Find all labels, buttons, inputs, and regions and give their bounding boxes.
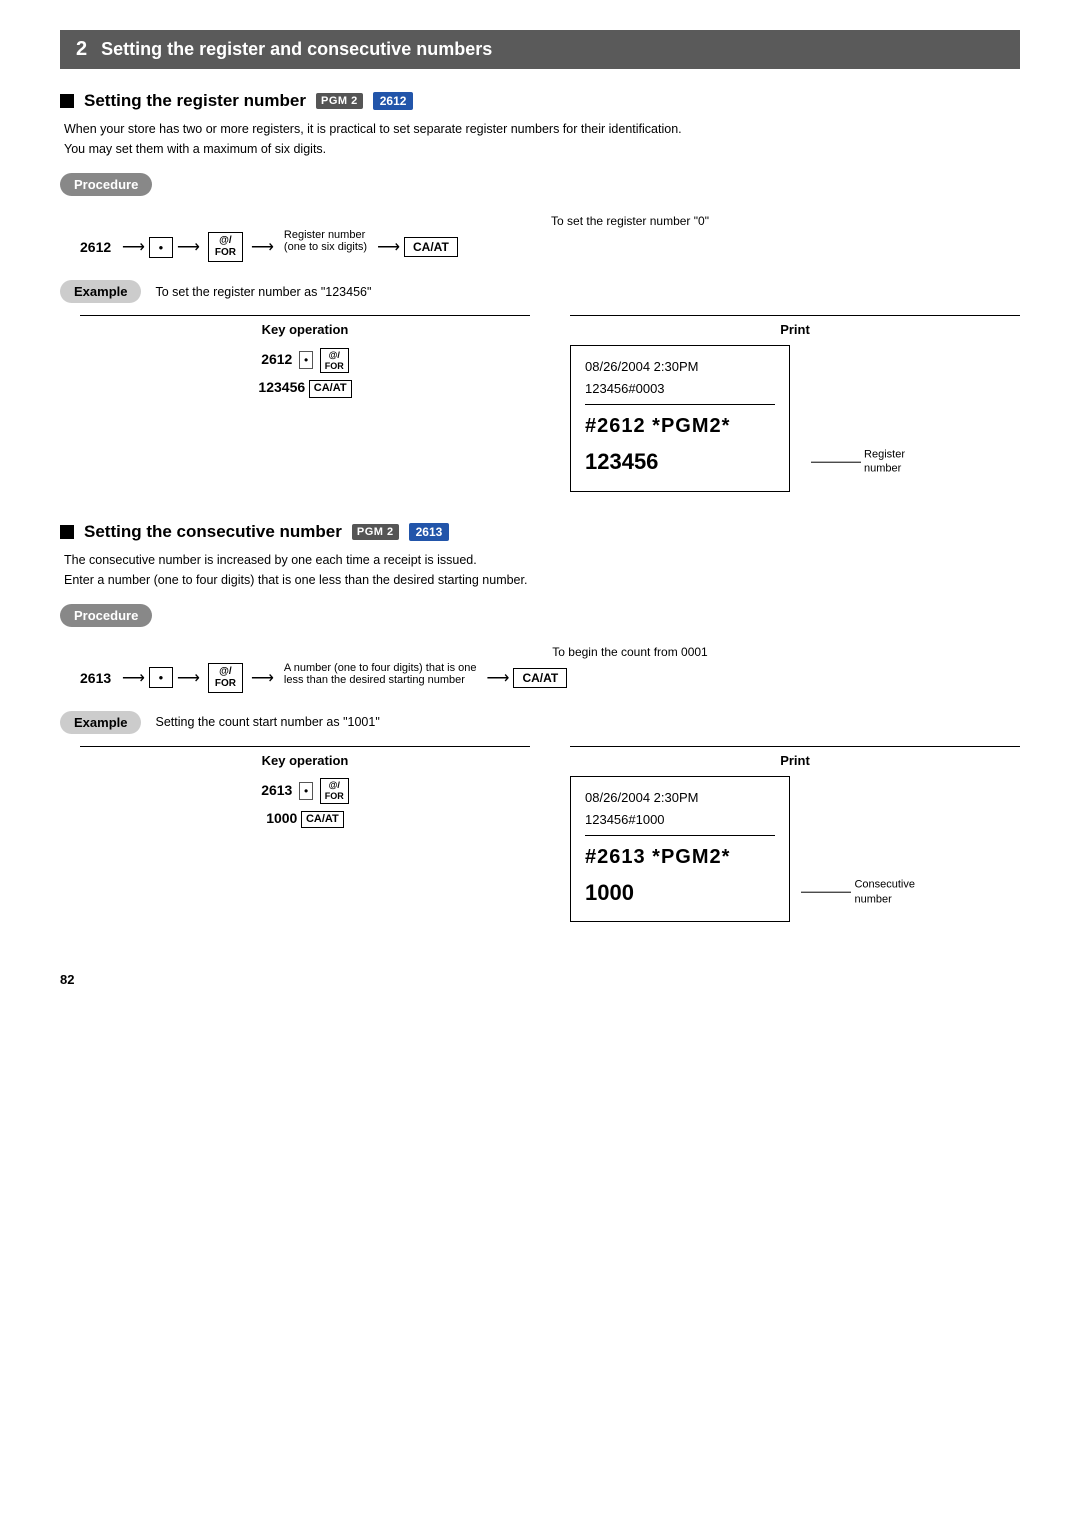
receipt-line4-2: 1000 xyxy=(585,880,634,905)
receipt-line3-2: #2613 *PGM2* xyxy=(585,840,775,874)
register-subsection-title: Setting the register number PGM 2 2612 xyxy=(60,91,1020,111)
page-number: 82 xyxy=(60,972,1020,987)
register-description: When your store has two or more register… xyxy=(64,119,1020,159)
example-label-1: Example xyxy=(60,280,141,303)
annot-line-2 xyxy=(801,892,851,893)
procedure-diagram-2: To begin the count from 0001 2613 ⟶ • ⟶ … xyxy=(80,645,1020,693)
section-header: 2 Setting the register and consecutive n… xyxy=(60,30,1020,69)
receipt-line1-1: 08/26/2004 2:30PM xyxy=(585,356,775,378)
receipt-line3-1: #2612 *PGM2* xyxy=(585,409,775,443)
print-header-2: Print xyxy=(570,746,1020,768)
caat-key-1: CA/AT xyxy=(404,237,458,257)
key-op-body-1: 2612 • @/FOR 123456 CA/AT xyxy=(80,345,530,401)
receipt-wrapper-1: 08/26/2004 2:30PM 123456#0003 #2612 *PGM… xyxy=(570,345,790,492)
procedure-flow-2: 2613 ⟶ • ⟶ @/FOR ⟶ A number (one to four… xyxy=(80,663,1020,693)
kop-caat-1: CA/AT xyxy=(309,380,352,397)
pgm-badge-2: PGM 2 xyxy=(352,524,399,540)
dot-key-1: • xyxy=(149,237,173,258)
receipt-line4-wrap-2: 1000 Consecutive number xyxy=(585,874,775,911)
example-label-2: Example xyxy=(60,711,141,734)
key-print-section-2: Key operation 2613 • @/FOR 1000 CA/AT Pr… xyxy=(80,746,1020,923)
consecutive-title-text: Setting the consecutive number xyxy=(84,522,342,542)
example-text-2: Setting the count start number as "1001" xyxy=(155,715,379,729)
print-header-1: Print xyxy=(570,315,1020,337)
kop-code-1: 2612 xyxy=(261,351,292,367)
receipt-box-1: 08/26/2004 2:30PM 123456#0003 #2612 *PGM… xyxy=(570,345,790,492)
kop-at-2: @/FOR xyxy=(320,778,349,804)
receipt-line2-2: 123456#1000 xyxy=(585,809,775,836)
dot-key-2: • xyxy=(149,667,173,688)
above-flow-label-2: To begin the count from 0001 xyxy=(240,645,1020,659)
procedure-diagram-1: To set the register number "0" 2612 ⟶ • … xyxy=(80,214,1020,262)
procedure-label-1: Procedure xyxy=(60,173,152,196)
key-op-body-2: 2613 • @/FOR 1000 CA/AT xyxy=(80,776,530,832)
arrow-6: ⟶ xyxy=(177,668,200,688)
consecutive-description: The consecutive number is increased by o… xyxy=(64,550,1020,590)
print-section-1: Print 08/26/2004 2:30PM 123456#0003 #261… xyxy=(570,315,1020,492)
key-operation-1: Key operation 2612 • @/FOR 123456 CA/AT xyxy=(80,315,530,401)
receipt-box-2: 08/26/2004 2:30PM 123456#1000 #2613 *PGM… xyxy=(570,776,790,923)
key-op-header-2: Key operation xyxy=(80,746,530,768)
kop-at-1: @/FOR xyxy=(320,348,349,374)
key-operation-2: Key operation 2613 • @/FOR 1000 CA/AT xyxy=(80,746,530,832)
key-print-section-1: Key operation 2612 • @/FOR 123456 CA/AT … xyxy=(80,315,1020,492)
arrow-5: ⟶ xyxy=(122,668,145,688)
consecutive-number-section: Setting the consecutive number PGM 2 261… xyxy=(60,522,1020,923)
kop-code-2: 2613 xyxy=(261,782,292,798)
flow-code-2: 2613 xyxy=(80,670,118,686)
print-section-2: Print 08/26/2004 2:30PM 123456#1000 #261… xyxy=(570,746,1020,923)
flow-code-1: 2612 xyxy=(80,239,118,255)
pgm-badge: PGM 2 xyxy=(316,93,363,109)
consec-num-sub: less than the desired starting number xyxy=(284,674,465,686)
at-for-key-2: @/FOR xyxy=(208,663,243,693)
black-square-icon-2 xyxy=(60,525,74,539)
arrow-2: ⟶ xyxy=(177,237,200,257)
reg-num-label: Register number xyxy=(284,229,365,241)
example-row-1: Example To set the register number as "1… xyxy=(60,280,1020,303)
kop-caat-2: CA/AT xyxy=(301,811,344,828)
procedure-label-2: Procedure xyxy=(60,604,152,627)
register-annotation: Register number xyxy=(811,448,905,477)
receipt-wrapper-2: 08/26/2004 2:30PM 123456#1000 #2613 *PGM… xyxy=(570,776,790,923)
consec-num-label: A number (one to four digits) that is on… xyxy=(284,662,477,674)
section-title: Setting the register and consecutive num… xyxy=(101,39,492,60)
register-title-text: Setting the register number xyxy=(84,91,306,111)
receipt-line2-1: 123456#0003 xyxy=(585,378,775,405)
consecutive-desc1: The consecutive number is increased by o… xyxy=(64,550,1020,570)
annot-line-1 xyxy=(811,461,861,462)
receipt-line4-1: 123456 xyxy=(585,449,658,474)
arrow-3: ⟶ xyxy=(251,237,274,257)
annot-text-1: Register number xyxy=(864,448,905,477)
receipt-line4-wrap-1: 123456 Register number xyxy=(585,443,775,480)
consecutive-subsection-title: Setting the consecutive number PGM 2 261… xyxy=(60,522,1020,542)
register-number-section: Setting the register number PGM 2 2612 W… xyxy=(60,91,1020,492)
example-text-1: To set the register number as "123456" xyxy=(155,285,371,299)
procedure-flow-1: 2612 ⟶ • ⟶ @/FOR ⟶ Register number (one … xyxy=(80,232,1020,262)
receipt-line1-2: 08/26/2004 2:30PM xyxy=(585,787,775,809)
kop-dot-2: • xyxy=(299,783,317,798)
code-badge: 2612 xyxy=(373,92,414,110)
arrow-4: ⟶ xyxy=(377,237,400,257)
reg-num-sub: (one to six digits) xyxy=(284,241,367,253)
annot-text-2: Consecutive number xyxy=(854,878,915,907)
consecutive-desc2: Enter a number (one to four digits) that… xyxy=(64,570,1020,590)
kop-dot-1: • xyxy=(299,352,317,367)
above-flow-label-1: To set the register number "0" xyxy=(240,214,1020,228)
section-number: 2 xyxy=(76,38,87,61)
kop-num-2: 1000 xyxy=(266,810,297,826)
arrow-7: ⟶ xyxy=(251,668,274,688)
kop-num-1: 123456 xyxy=(258,379,305,395)
consecutive-annotation: Consecutive number xyxy=(801,878,915,907)
at-for-key-1: @/FOR xyxy=(208,232,243,262)
key-op-header-1: Key operation xyxy=(80,315,530,337)
example-row-2: Example Setting the count start number a… xyxy=(60,711,1020,734)
black-square-icon xyxy=(60,94,74,108)
code-badge-2: 2613 xyxy=(409,523,450,541)
caat-key-2: CA/AT xyxy=(513,668,567,688)
arrow-1: ⟶ xyxy=(122,237,145,257)
arrow-8: ⟶ xyxy=(487,668,510,688)
